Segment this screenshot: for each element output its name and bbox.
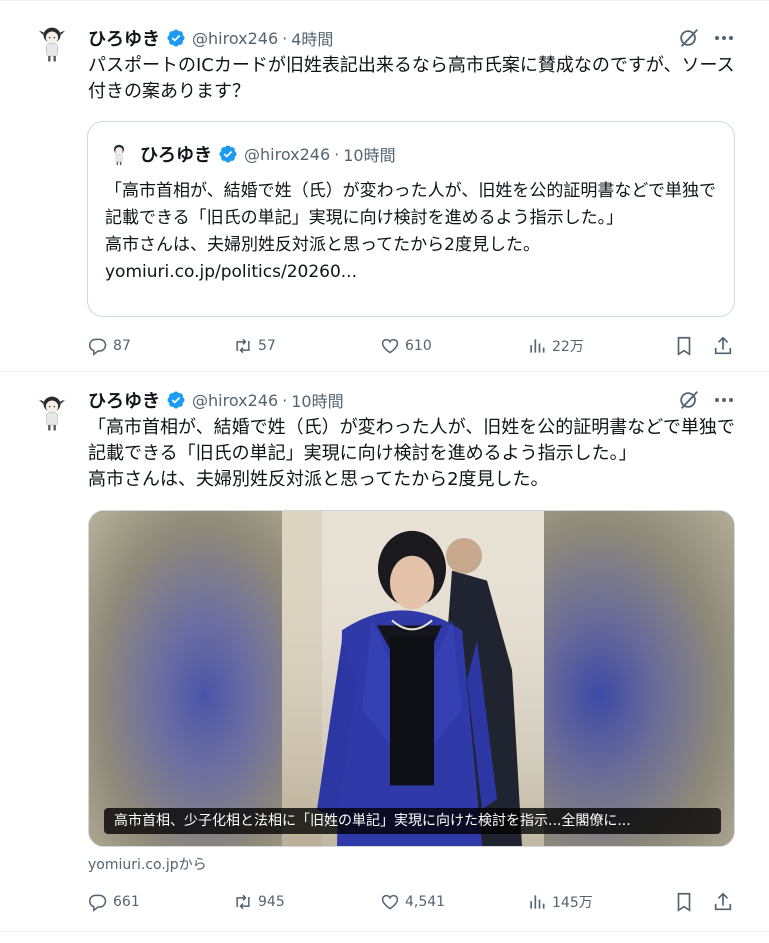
reply-count: 87 [113, 338, 131, 354]
tweet-header: ひろゆき @hirox246 · 4時間 [88, 25, 333, 51]
like-icon [381, 338, 399, 354]
like-count: 4,541 [405, 894, 446, 910]
grok-icon[interactable] [678, 27, 700, 49]
tweet-text: パスポートのICカードが旧姓表記出来るなら高市氏案に賛成なのですが、ソース付きの… [88, 55, 735, 102]
grok-icon[interactable] [678, 389, 700, 411]
tweet-header: ひろゆき @hirox246 · 10時間 [88, 387, 344, 413]
reply-count: 661 [113, 894, 140, 910]
like-count: 610 [405, 338, 432, 354]
bookmark-icon[interactable] [673, 890, 695, 914]
handle[interactable]: @hirox246 [192, 29, 278, 48]
retweet-icon [236, 338, 250, 354]
share-icon[interactable] [712, 334, 734, 358]
avatar[interactable] [32, 392, 72, 432]
tweet-text: 「高市首相が、結婚で姓（氏）が変わった人が、旧姓を公的証明書などで単独で記載でき… [88, 417, 735, 490]
retweet-count: 57 [258, 338, 276, 354]
verified-badge-icon [167, 29, 185, 47]
like-icon [381, 894, 399, 910]
share-icon[interactable] [712, 890, 734, 914]
timestamp[interactable]: 4時間 [291, 26, 333, 50]
card-caption: 高市首相、少子化相と法相に「旧姓の単記」実現に向けた検討を指示...全閣僚に..… [104, 808, 721, 834]
tweet[interactable]: ひろゆき @hirox246 · 4時間 パスポートのICカードが旧姓表記出来る… [0, 0, 769, 372]
reply-button[interactable]: 87 [88, 334, 131, 358]
views-button[interactable]: 22万 [527, 334, 584, 358]
more-icon[interactable] [714, 35, 734, 41]
image-blur-left [89, 511, 282, 846]
like-button[interactable]: 4,541 [380, 890, 445, 914]
retweet-icon [236, 894, 250, 910]
display-name[interactable]: ひろゆき [88, 387, 160, 413]
separator-dot: · [282, 28, 288, 48]
timestamp[interactable]: 10時間 [291, 388, 343, 412]
quote-avatar [113, 144, 125, 166]
action-bar: 661 945 4,541 145万 [88, 890, 738, 914]
handle[interactable]: @hirox246 [192, 391, 278, 410]
like-button[interactable]: 610 [380, 334, 432, 358]
views-button[interactable]: 145万 [527, 890, 593, 914]
reply-icon [88, 338, 107, 356]
avatar[interactable] [32, 23, 72, 63]
link-card-image[interactable]: 高市首相、少子化相と法相に「旧姓の単記」実現に向けた検討を指示...全閣僚に..… [88, 510, 735, 847]
verified-badge-icon [219, 145, 237, 163]
quote-display-name: ひろゆき [140, 145, 212, 166]
reply-icon [88, 894, 107, 912]
views-icon [530, 895, 545, 909]
quote-timestamp: 10時間 [343, 146, 396, 165]
quote-text: 「高市首相が、結婚で姓（氏）が変わった人が、旧姓を公的証明書などで単独で記載でき… [105, 181, 716, 282]
news-photo [282, 511, 544, 846]
retweet-button[interactable]: 57 [233, 334, 276, 358]
separator-dot: · [282, 390, 288, 410]
retweet-count: 945 [258, 894, 285, 910]
quoted-tweet[interactable]: ひろゆき @hirox246 · 10時間 「高市首相が、結婚で姓（氏）が変わっ… [87, 121, 735, 317]
card-source[interactable]: yomiuri.co.jpから [88, 854, 207, 874]
display-name[interactable]: ひろゆき [88, 25, 160, 51]
separator-dot: · [334, 144, 340, 164]
action-bar: 87 57 610 22万 [88, 334, 738, 358]
bookmark-icon[interactable] [673, 334, 695, 358]
more-icon[interactable] [714, 397, 734, 403]
image-blur-right [541, 511, 734, 846]
tweet[interactable]: ひろゆき @hirox246 · 10時間 「高市首相が、結婚で姓（氏）が変わっ… [0, 372, 769, 932]
reply-button[interactable]: 661 [88, 890, 140, 914]
retweet-button[interactable]: 945 [233, 890, 285, 914]
quote-handle: @hirox246 [244, 144, 331, 164]
views-count: 145万 [552, 895, 593, 911]
views-count: 22万 [552, 339, 584, 355]
views-icon [530, 339, 545, 353]
verified-badge-icon [167, 391, 185, 409]
quote-header: ひろゆき @hirox246 · 10時間 [140, 141, 396, 167]
